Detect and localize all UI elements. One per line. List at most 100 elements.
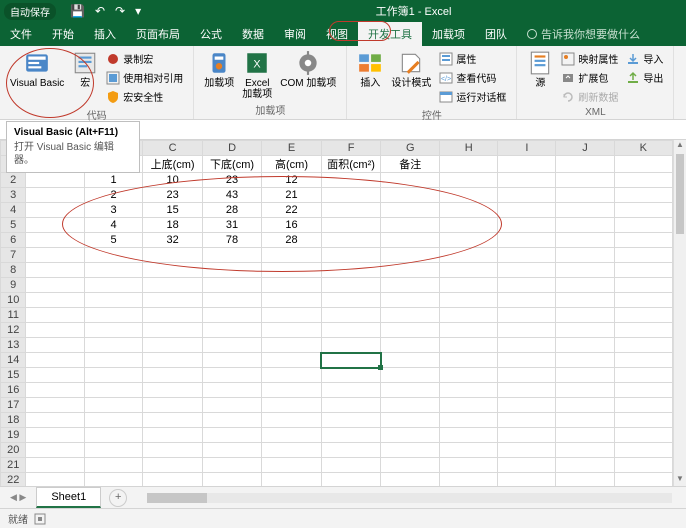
cell-A21[interactable] — [26, 458, 84, 473]
cell-C12[interactable] — [143, 323, 202, 338]
cell-C9[interactable] — [143, 278, 202, 293]
cell-G19[interactable] — [381, 428, 440, 443]
cell-I6[interactable] — [498, 233, 556, 248]
cell-B17[interactable] — [84, 398, 143, 413]
cell-A15[interactable] — [26, 368, 84, 383]
cell-A19[interactable] — [26, 428, 84, 443]
cell-E11[interactable] — [262, 308, 321, 323]
cell-G9[interactable] — [381, 278, 440, 293]
cell-A14[interactable] — [26, 353, 84, 368]
cell-K2[interactable] — [614, 173, 672, 188]
cell-B16[interactable] — [84, 383, 143, 398]
cell-H1[interactable] — [440, 156, 498, 173]
cell-J22[interactable] — [556, 473, 614, 487]
vertical-scrollbar[interactable]: ▲ ▼ — [673, 140, 686, 486]
tab-view[interactable]: 视图 — [316, 22, 358, 46]
cell-D3[interactable]: 43 — [202, 188, 261, 203]
row-header-4[interactable]: 4 — [1, 203, 26, 218]
cell-H22[interactable] — [440, 473, 498, 487]
cell-I20[interactable] — [498, 443, 556, 458]
cell-J4[interactable] — [556, 203, 614, 218]
cell-K20[interactable] — [614, 443, 672, 458]
cell-F7[interactable] — [321, 248, 381, 263]
add-sheet-button[interactable]: + — [109, 489, 127, 507]
relative-ref-button[interactable]: 使用相对引用 — [104, 69, 185, 86]
cell-K5[interactable] — [614, 218, 672, 233]
cell-E21[interactable] — [262, 458, 321, 473]
cell-C6[interactable]: 32 — [143, 233, 202, 248]
cell-B20[interactable] — [84, 443, 143, 458]
cell-F21[interactable] — [321, 458, 381, 473]
undo-icon[interactable]: ↶ — [95, 4, 105, 18]
cell-J11[interactable] — [556, 308, 614, 323]
cell-C15[interactable] — [143, 368, 202, 383]
cell-H12[interactable] — [440, 323, 498, 338]
cell-F13[interactable] — [321, 338, 381, 353]
cell-E3[interactable]: 21 — [262, 188, 321, 203]
cell-E2[interactable]: 12 — [262, 173, 321, 188]
cell-A8[interactable] — [26, 263, 84, 278]
hscroll-thumb[interactable] — [147, 493, 207, 503]
horizontal-scrollbar[interactable] — [147, 493, 672, 503]
cell-G3[interactable] — [381, 188, 440, 203]
cell-G18[interactable] — [381, 413, 440, 428]
row-header-11[interactable]: 11 — [1, 308, 26, 323]
cell-A3[interactable] — [26, 188, 84, 203]
cell-K13[interactable] — [614, 338, 672, 353]
cell-B15[interactable] — [84, 368, 143, 383]
cell-H20[interactable] — [440, 443, 498, 458]
cell-B5[interactable]: 4 — [84, 218, 143, 233]
cell-D6[interactable]: 78 — [202, 233, 261, 248]
cell-E13[interactable] — [262, 338, 321, 353]
scroll-thumb[interactable] — [676, 154, 684, 234]
cell-J17[interactable] — [556, 398, 614, 413]
row-header-5[interactable]: 5 — [1, 218, 26, 233]
cell-D4[interactable]: 28 — [202, 203, 261, 218]
cell-F14[interactable] — [321, 353, 381, 368]
tab-team[interactable]: 团队 — [475, 22, 517, 46]
cell-I17[interactable] — [498, 398, 556, 413]
cell-F11[interactable] — [321, 308, 381, 323]
cell-J3[interactable] — [556, 188, 614, 203]
cell-J21[interactable] — [556, 458, 614, 473]
cell-F16[interactable] — [321, 383, 381, 398]
row-header-6[interactable]: 6 — [1, 233, 26, 248]
cell-F3[interactable] — [321, 188, 381, 203]
cell-I18[interactable] — [498, 413, 556, 428]
cell-A6[interactable] — [26, 233, 84, 248]
cell-E14[interactable] — [262, 353, 321, 368]
cell-G22[interactable] — [381, 473, 440, 487]
cell-F2[interactable] — [321, 173, 381, 188]
cell-B18[interactable] — [84, 413, 143, 428]
cell-I22[interactable] — [498, 473, 556, 487]
cell-B11[interactable] — [84, 308, 143, 323]
macros-button[interactable]: 宏 — [68, 48, 102, 107]
cell-E5[interactable]: 16 — [262, 218, 321, 233]
cell-A12[interactable] — [26, 323, 84, 338]
cell-F10[interactable] — [321, 293, 381, 308]
col-header-K[interactable]: K — [614, 141, 672, 156]
cell-H13[interactable] — [440, 338, 498, 353]
cell-G12[interactable] — [381, 323, 440, 338]
cell-E20[interactable] — [262, 443, 321, 458]
row-header-2[interactable]: 2 — [1, 173, 26, 188]
row-header-17[interactable]: 17 — [1, 398, 26, 413]
run-dialog-button[interactable]: 运行对话框 — [437, 88, 508, 105]
cell-F8[interactable] — [321, 263, 381, 278]
col-header-F[interactable]: F — [321, 141, 381, 156]
cell-I1[interactable] — [498, 156, 556, 173]
row-header-8[interactable]: 8 — [1, 263, 26, 278]
cell-A22[interactable] — [26, 473, 84, 487]
expansion-pack-button[interactable]: 扩展包 — [559, 69, 620, 86]
cell-H18[interactable] — [440, 413, 498, 428]
com-addins-button[interactable]: COM 加载项 — [276, 48, 340, 102]
cell-J6[interactable] — [556, 233, 614, 248]
cell-K11[interactable] — [614, 308, 672, 323]
cell-D11[interactable] — [202, 308, 261, 323]
cell-D16[interactable] — [202, 383, 261, 398]
autosave-toggle[interactable]: 自动保存 — [4, 3, 56, 20]
cell-H7[interactable] — [440, 248, 498, 263]
cell-D1[interactable]: 下底(cm) — [202, 156, 261, 173]
cell-A20[interactable] — [26, 443, 84, 458]
cell-I2[interactable] — [498, 173, 556, 188]
